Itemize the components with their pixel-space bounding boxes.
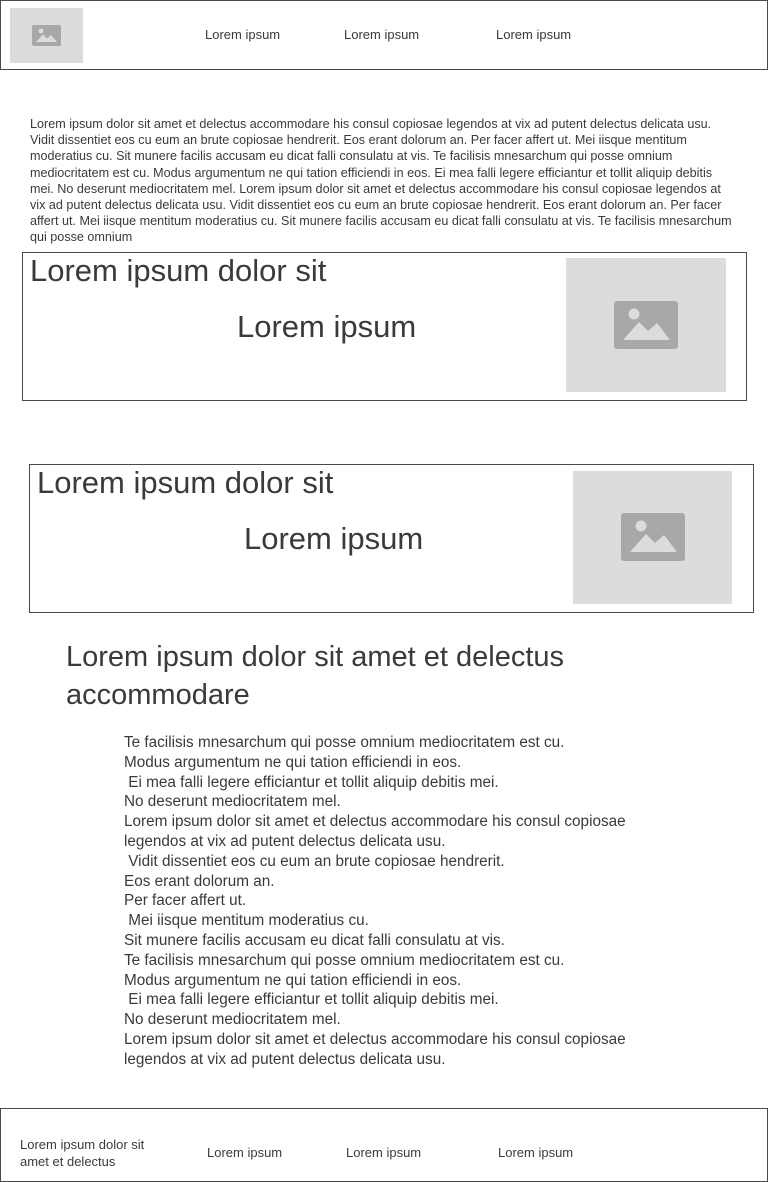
section-body: Te facilisis mnesarchum qui posse omnium… [124,733,734,1070]
card-2-subtitle: Lorem ipsum [244,521,424,556]
body-line: legendos at vix ad putent delectus delic… [124,1050,446,1068]
nav-link-2[interactable]: Lorem ipsum [344,27,419,42]
card-2-title: Lorem ipsum dolor sit [37,465,334,500]
body-line: legendos at vix ad putent delectus delic… [124,832,446,850]
body-line: Per facer affert ut. [124,892,247,910]
body-line: No deserunt mediocritatem mel. [124,1011,341,1029]
body-line: Mei iisque mentitum moderatius cu. [124,912,369,930]
footer-link-3[interactable]: Lorem ipsum [498,1145,573,1160]
nav-link-1[interactable]: Lorem ipsum [205,27,280,42]
card-2-image-placeholder [573,471,732,604]
card-1-subtitle: Lorem ipsum [237,309,417,344]
intro-paragraph: Lorem ipsum dolor sit amet et delectus a… [30,117,732,245]
body-line: Vidit dissentiet eos cu eum an brute cop… [124,852,505,870]
nav-link-3[interactable]: Lorem ipsum [496,27,571,42]
footer-link-2[interactable]: Lorem ipsum [346,1145,421,1160]
body-line: Modus argumentum ne qui tation efficiend… [124,753,462,771]
logo-placeholder[interactable] [10,8,83,63]
body-line: Ei mea falli legere efficiantur et tolli… [124,773,499,791]
body-line: Sit munere facilis accusam eu dicat fall… [124,931,505,949]
body-line: Eos erant dolorum an. [124,872,275,890]
image-icon [621,513,685,561]
image-icon [32,25,61,46]
body-line: No deserunt mediocritatem mel. [124,793,341,811]
footer-link-1[interactable]: Lorem ipsum [207,1145,282,1160]
body-line: Modus argumentum ne qui tation efficiend… [124,971,462,989]
card-1-image-placeholder [566,258,726,392]
footer-brand: Lorem ipsum dolor sit amet et delectus [20,1137,145,1169]
section-title: Lorem ipsum dolor sit amet et delectus a… [66,641,565,711]
body-line: Ei mea falli legere efficiantur et tolli… [124,991,499,1009]
body-line: Te facilisis mnesarchum qui posse omnium… [124,951,565,969]
body-line: Lorem ipsum dolor sit amet et delectus a… [124,813,626,831]
card-1-title: Lorem ipsum dolor sit [30,253,327,288]
body-line: Te facilisis mnesarchum qui posse omnium… [124,734,565,751]
body-line: Lorem ipsum dolor sit amet et delectus a… [124,1030,626,1048]
image-icon [614,301,678,349]
